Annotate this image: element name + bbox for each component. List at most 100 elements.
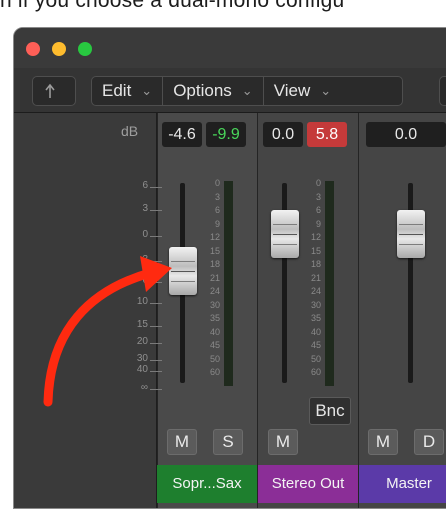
level-meter [325, 181, 334, 386]
volume-fader[interactable] [271, 210, 299, 258]
divider [171, 271, 195, 272]
volume-readout[interactable]: 0.0 [263, 122, 303, 147]
peak-readout[interactable]: 5.8 [307, 122, 347, 147]
meter-scale-label: 9 [315, 218, 321, 229]
meter-scale-label: 15 [310, 245, 321, 256]
scale-tick [150, 210, 162, 211]
scale-label: 30 [136, 353, 148, 364]
db-header-label: dB [121, 123, 139, 139]
scale-label: 0 [142, 229, 148, 240]
scale-tick [150, 236, 162, 237]
meter-scale-label: 12 [310, 232, 321, 242]
meter-scale-label: 24 [209, 286, 220, 296]
divider [157, 113, 158, 508]
meter-scale-label: 30 [310, 299, 321, 310]
scale-tick [150, 389, 162, 390]
mute-button[interactable]: M [368, 429, 398, 455]
view-menu-label: View [273, 81, 311, 100]
scale-label: ∞ [140, 382, 148, 393]
meter-scale-label: 15 [209, 245, 220, 256]
meter-scale-label: 35 [310, 313, 321, 323]
top-text-fragment: n if you choose a dual-mono configu [0, 0, 345, 12]
solo-button[interactable]: S [213, 429, 243, 455]
toolbar-button-partial[interactable] [439, 76, 446, 106]
bounce-button[interactable]: Bnc [309, 397, 351, 425]
left-pane [14, 113, 157, 508]
divider [273, 224, 297, 225]
volume-fader[interactable] [169, 247, 197, 295]
close-window-button[interactable] [26, 42, 40, 56]
scale-tick [150, 371, 162, 372]
mute-button[interactable]: M [268, 429, 298, 455]
volume-fader[interactable] [397, 210, 425, 258]
divider [171, 261, 195, 262]
scale-label: 40 [136, 364, 148, 375]
meter-scale-label: 21 [209, 272, 220, 283]
chevron-down-icon: ⌄ [320, 83, 332, 98]
meter-scale-label: 3 [214, 191, 220, 202]
scale-label: 6 [142, 180, 148, 191]
divider [273, 234, 297, 235]
meter-scale-label: 0 [214, 178, 220, 188]
meter-scale-label: 18 [310, 259, 321, 269]
edit-menu-label: Edit [102, 81, 132, 100]
scale-tick [150, 282, 162, 283]
options-menu-label: Options [173, 81, 232, 100]
divider [399, 234, 423, 235]
peak-readout[interactable]: -9.9 [206, 122, 246, 147]
channel-name[interactable]: Sopr...Sax [157, 465, 257, 503]
chevron-down-icon: ⌄ [241, 83, 253, 98]
channel-name[interactable]: Stereo Out [258, 465, 358, 503]
meter-scale-label: 45 [310, 340, 321, 350]
meter-scale-label: 45 [209, 340, 220, 350]
edit-menu[interactable]: Edit [92, 77, 141, 105]
scale-label: 3 [142, 254, 148, 265]
options-menu[interactable]: Options [163, 77, 242, 105]
minimize-window-button[interactable] [52, 42, 66, 56]
meter-scale-label: 30 [209, 299, 220, 310]
scale-tick [150, 326, 162, 327]
divider [399, 224, 423, 225]
meter-scale-label: 6 [315, 205, 321, 215]
meter-scale-label: 21 [310, 272, 321, 283]
back-arrow-icon [45, 83, 55, 98]
toolbar: Edit ⌄ Options ⌄ View ⌄ [14, 68, 446, 113]
scale-label: 20 [136, 336, 148, 347]
divider [399, 244, 423, 245]
scale-tick [150, 261, 162, 262]
scale-label: 3 [142, 203, 148, 214]
chevron-down-icon: ⌄ [141, 83, 153, 98]
meter-scale-label: 6 [214, 205, 220, 215]
meter-scale-label: 3 [315, 191, 321, 202]
meter-scale-label: 40 [209, 326, 220, 337]
scale-tick [150, 343, 162, 344]
scale-label: 6 [142, 275, 148, 286]
view-menu[interactable]: View [264, 77, 321, 105]
menu-segment-group: Edit ⌄ Options ⌄ View ⌄ [91, 76, 403, 106]
meter-scale-label: 12 [209, 232, 220, 242]
meter-scale-label: 0 [315, 178, 321, 188]
back-button[interactable] [32, 76, 76, 106]
meter-scale-label: 60 [310, 367, 321, 377]
zoom-window-button[interactable] [78, 42, 92, 56]
meter-scale-label: 9 [214, 218, 220, 229]
mixer-window: Edit ⌄ Options ⌄ View ⌄ dB -4.6 -9.9 0.0… [13, 27, 446, 509]
meter-scale-label: 35 [209, 313, 220, 323]
mute-button[interactable]: M [167, 429, 197, 455]
divider [171, 281, 195, 282]
divider [273, 244, 297, 245]
meter-scale-label: 50 [310, 353, 321, 364]
volume-readout[interactable]: 0.0 [366, 122, 446, 147]
dim-button[interactable]: D [414, 429, 444, 455]
scale-tick [150, 360, 162, 361]
meter-scale-label: 18 [209, 259, 220, 269]
meter-scale-label: 50 [209, 353, 220, 364]
meter-scale-label: 24 [310, 286, 321, 296]
scale-label: 15 [136, 319, 148, 330]
channel-name[interactable]: Master [359, 465, 446, 503]
meter-scale-label: 40 [310, 326, 321, 337]
divider [358, 113, 359, 508]
level-meter [224, 181, 233, 386]
title-bar [14, 28, 446, 68]
volume-readout[interactable]: -4.6 [162, 122, 202, 147]
